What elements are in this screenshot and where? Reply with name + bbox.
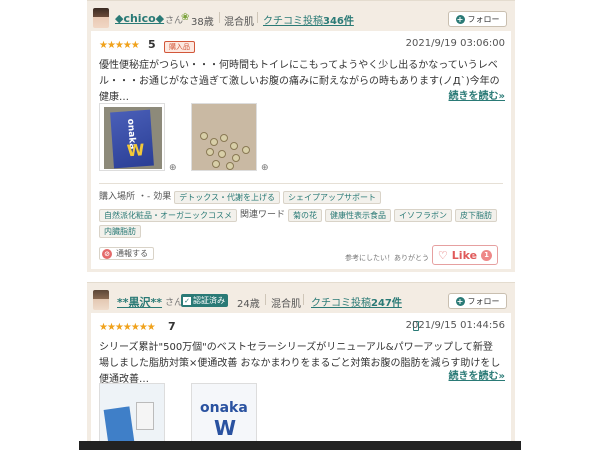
related-tag[interactable]: イソフラボン xyxy=(394,208,453,222)
divider xyxy=(303,294,304,305)
bottom-bar xyxy=(79,441,521,450)
review-date: 2021/9/19 03:06:00 xyxy=(405,38,505,49)
report-button[interactable]: ⊘ 通報する xyxy=(99,247,154,260)
user-age: 24歳 xyxy=(237,299,260,310)
category-tag[interactable]: 自然派化粧品・オーガニックコスメ xyxy=(99,208,237,222)
helpful-text: 参考にしたい！ありがとう xyxy=(345,254,429,262)
kuchikomi-label: クチコミ投稿 xyxy=(263,16,323,27)
purchase-badge: 購入品 xyxy=(164,41,195,53)
product-image: onaka W xyxy=(104,107,162,169)
follow-button[interactable]: + フォロー xyxy=(448,11,507,27)
effect-label: 効果 xyxy=(153,192,172,202)
tag-area: 購入場所 ・- 効果 デトックス・代謝を上げる シェイプアップサポート 自然派化… xyxy=(99,189,507,240)
review-header: ◆chico◆ さん ❀ 38歳 混合肌 クチコミ投稿346件 + フォロー xyxy=(87,1,515,31)
review-body: ★★★★★★★ 7 2021/9/15 01:44:56 シリーズ累計"500万… xyxy=(91,313,511,450)
plus-icon: + xyxy=(455,296,465,306)
review-photo[interactable]: onaka W xyxy=(191,383,257,450)
star-rating: ★★★★★★★ xyxy=(99,322,156,333)
star-rating: ★★★★★ xyxy=(99,40,140,51)
heart-icon: ♡ xyxy=(437,248,448,262)
effect-tag[interactable]: シェイプアップサポート xyxy=(283,190,382,204)
review-text: シリーズ累計"500万個"のベストセラーシリーズがリニューアル&パワーアップして… xyxy=(99,342,501,385)
related-tag[interactable]: 菊の花 xyxy=(288,208,323,222)
verified-badge: ✓ 認証済み xyxy=(181,294,228,307)
kuchikomi-count: 247件 xyxy=(371,298,402,309)
user-name-link[interactable]: **黒沢** xyxy=(117,294,162,310)
avatar[interactable] xyxy=(93,8,109,28)
divider xyxy=(99,183,503,184)
review-date: 2021/9/15 01:44:56 xyxy=(405,320,505,331)
user-age: 38歳 xyxy=(191,17,214,28)
rating-score: 5 xyxy=(148,38,156,51)
related-tag[interactable]: 内臓脂肪 xyxy=(99,225,141,238)
avatar[interactable] xyxy=(93,290,109,310)
zoom-icon[interactable]: ⊕ xyxy=(169,163,177,173)
review-text: 優性便秘症がつらい・・・何時間もトイレにこもってようやく少し出るかなっていうレベ… xyxy=(99,60,500,103)
review-photo[interactable] xyxy=(191,103,257,171)
kuchikomi-count-link[interactable]: クチコミ投稿247件 xyxy=(311,294,402,309)
review-list: ◆chico◆ さん ❀ 38歳 混合肌 クチコミ投稿346件 + フォロー ★… xyxy=(87,0,515,450)
purchase-place-label: 購入場所 xyxy=(99,192,136,202)
kuchikomi-label: クチコミ投稿 xyxy=(311,298,371,309)
related-tag[interactable]: 皮下脂肪 xyxy=(455,208,498,222)
read-more-link[interactable]: 続きを読む» xyxy=(449,367,505,382)
sprout-icon: ❀ xyxy=(181,12,190,23)
user-name-link[interactable]: ◆chico◆ xyxy=(115,12,164,25)
review-body: ★★★★★ 5 購入品 2021/9/19 03:06:00 優性便秘症がつらい… xyxy=(91,31,511,269)
effect-tag[interactable]: デトックス・代謝を上げる xyxy=(174,190,281,204)
check-icon: ✓ xyxy=(183,297,191,305)
skin-type: 混合肌 xyxy=(224,17,254,28)
like-count: 1 xyxy=(481,249,493,261)
divider xyxy=(219,12,220,23)
follow-label: フォロー xyxy=(467,296,500,306)
review-photo[interactable] xyxy=(99,383,165,450)
related-label: 関連ワード xyxy=(240,210,286,220)
report-label: 通報する xyxy=(116,249,148,258)
like-button[interactable]: ♡ Like 1 xyxy=(432,245,498,265)
review-card: **黒沢** さん ✓ 認証済み 24歳 混合肌 クチコミ投稿247件 + フォロ… xyxy=(87,282,515,450)
like-label: Like xyxy=(451,248,478,262)
rating-score: 7 xyxy=(168,320,176,333)
read-more-link[interactable]: 続きを読む» xyxy=(449,87,505,102)
review-card: ◆chico◆ さん ❀ 38歳 混合肌 クチコミ投稿346件 + フォロー ★… xyxy=(87,0,515,272)
purchase-place-value: ・- xyxy=(138,192,151,202)
zoom-icon[interactable]: ⊕ xyxy=(261,163,269,173)
plus-icon: + xyxy=(455,14,465,24)
verified-label: 認証済み xyxy=(193,296,225,305)
related-tag[interactable]: 健康性表示食品 xyxy=(325,208,392,222)
prohibit-icon: ⊘ xyxy=(102,248,112,259)
kuchikomi-count: 346件 xyxy=(323,16,354,27)
divider xyxy=(265,294,266,305)
review-header: **黒沢** さん ✓ 認証済み 24歳 混合肌 クチコミ投稿247件 + フォロ… xyxy=(87,283,515,313)
product-image xyxy=(192,104,256,170)
follow-button[interactable]: + フォロー xyxy=(448,293,507,309)
kuchikomi-count-link[interactable]: クチコミ投稿346件 xyxy=(263,12,354,27)
follow-label: フォロー xyxy=(467,14,500,24)
skin-type: 混合肌 xyxy=(271,299,301,310)
divider xyxy=(257,12,258,23)
review-photo[interactable]: onaka W xyxy=(99,103,165,171)
